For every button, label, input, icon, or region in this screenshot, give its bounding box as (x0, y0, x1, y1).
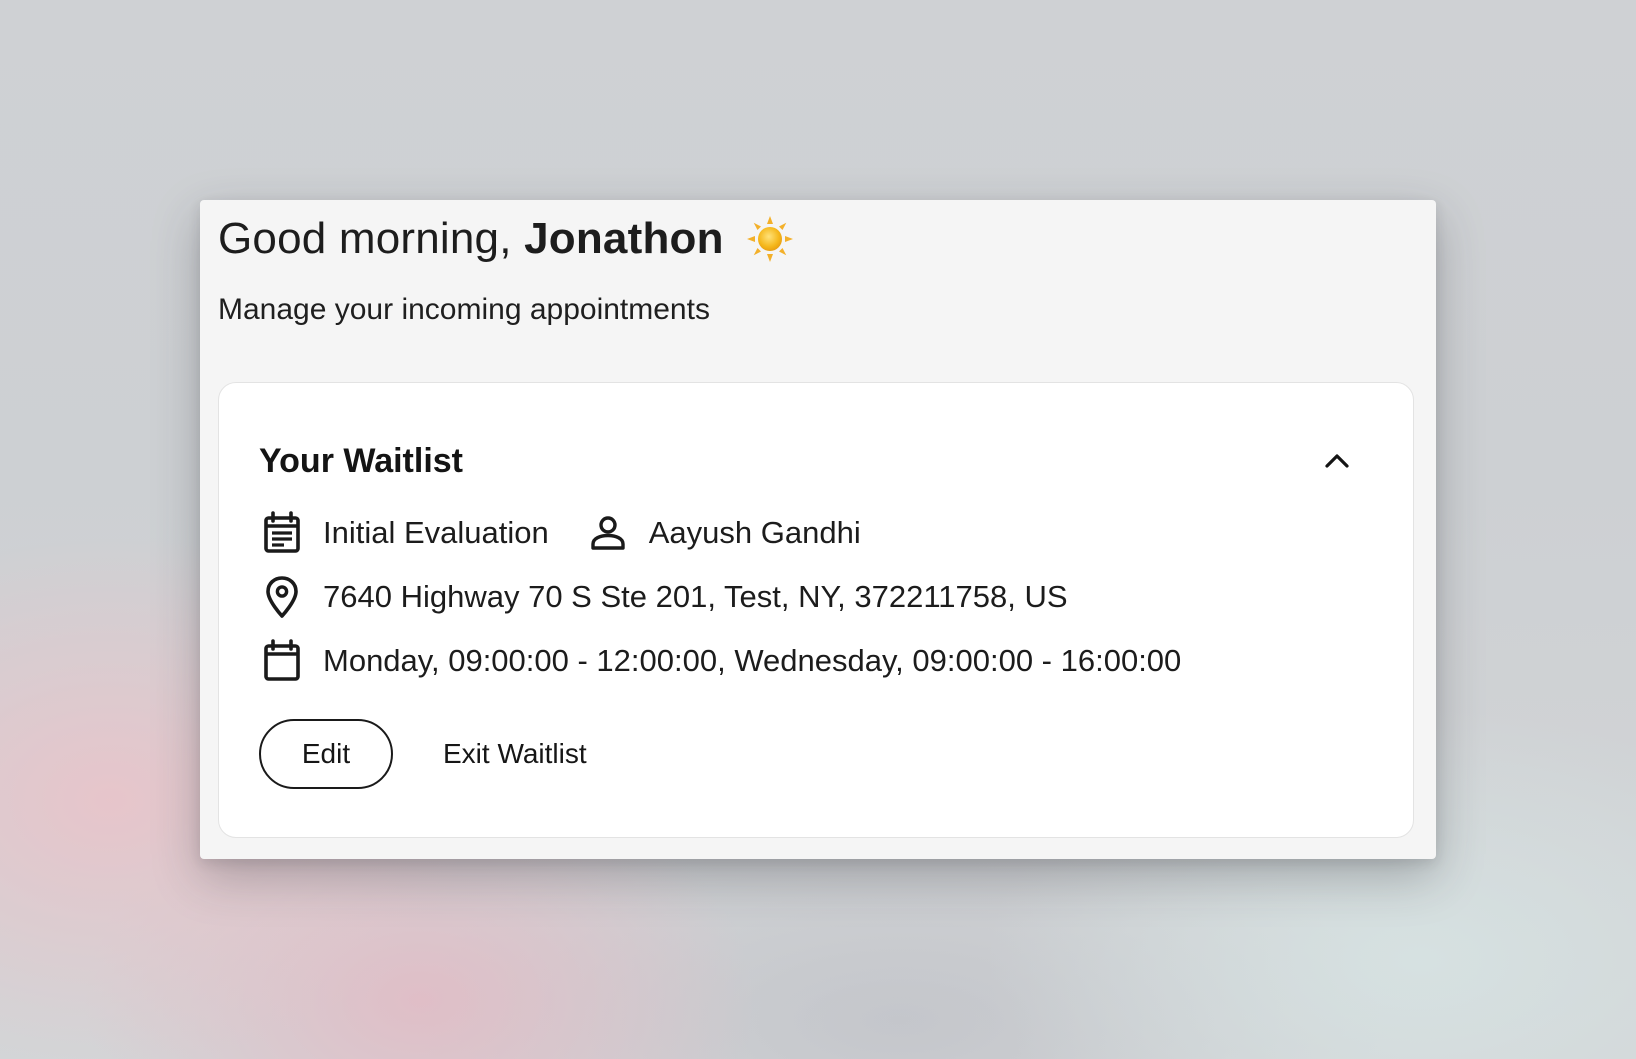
greeting-heading: Good morning, Jonathon (218, 210, 794, 268)
waitlist-title: Your Waitlist (259, 442, 463, 480)
provider-name: Aayush Gandhi (648, 515, 861, 550)
appointment-type: Initial Evaluation (323, 515, 549, 550)
chevron-up-icon (1325, 454, 1349, 468)
address-text: 7640 Highway 70 S Ste 201, Test, NY, 372… (323, 579, 1068, 614)
edit-button[interactable]: Edit (259, 719, 393, 789)
greeting-prefix: Good morning, (218, 214, 512, 263)
waitlist-card: Your Waitlist Initial Evaluation Aayush … (218, 382, 1414, 838)
event-note-icon (259, 510, 305, 556)
sun-icon (746, 215, 794, 263)
page-subtitle: Manage your incoming appointments (218, 293, 710, 326)
location-pin-icon (259, 574, 305, 620)
collapse-button[interactable] (1317, 441, 1357, 481)
exit-waitlist-button[interactable]: Exit Waitlist (435, 719, 595, 789)
user-name: Jonathon (524, 214, 724, 263)
person-icon (585, 510, 631, 556)
availability-text: Monday, 09:00:00 - 12:00:00, Wednesday, … (323, 643, 1182, 678)
dashboard-window: Good morning, Jonathon Manage your incom… (200, 200, 1436, 859)
calendar-icon (259, 638, 305, 684)
appointment-details-row: Initial Evaluation Aayush Gandhi (259, 509, 861, 557)
address-row: 7640 Highway 70 S Ste 201, Test, NY, 372… (259, 573, 1068, 621)
availability-row: Monday, 09:00:00 - 12:00:00, Wednesday, … (259, 637, 1181, 685)
